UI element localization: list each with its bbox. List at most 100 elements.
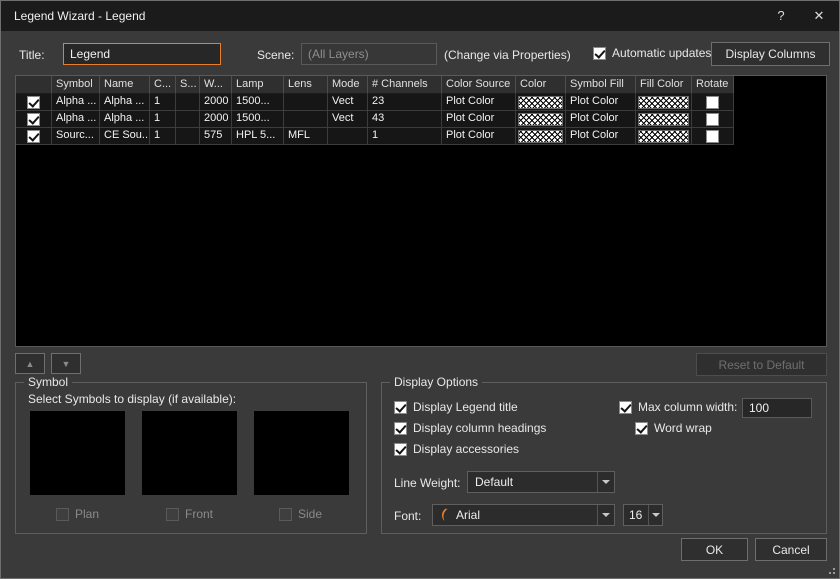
cell-mode: Vect [328, 94, 368, 111]
font-value: Arial [456, 508, 480, 522]
header-cell-rotate[interactable]: Rotate [692, 76, 734, 94]
ok-button[interactable]: OK [681, 538, 748, 561]
header-cell-fill-color[interactable]: Fill Color [636, 76, 692, 94]
header-cell-w[interactable]: W... [200, 76, 232, 94]
header-cell-mode[interactable]: Mode [328, 76, 368, 94]
chevron-down-icon [652, 513, 660, 517]
header-cell-lens[interactable]: Lens [284, 76, 328, 94]
scene-input [301, 43, 437, 65]
row-include-checkbox[interactable] [27, 96, 40, 109]
chevron-down-icon [602, 480, 610, 484]
word-wrap-checkbox[interactable]: Word wrap [635, 421, 712, 435]
legend-wizard-dialog: Legend Wizard - Legend ? ✕ Title: Scene:… [0, 0, 840, 579]
display-accessories-box[interactable] [394, 443, 407, 456]
cell-mode [328, 128, 368, 145]
header-cell-s[interactable]: S... [176, 76, 200, 94]
window-title: Legend Wizard - Legend [14, 9, 145, 23]
table-row[interactable]: Alpha ... Alpha ... 1 2000 1500... Vect … [16, 111, 826, 128]
display-options-title: Display Options [390, 375, 482, 389]
table-header: Symbol Name C... S... W... Lamp Lens Mod… [16, 76, 826, 94]
scene-note: (Change via Properties) [444, 48, 571, 62]
cell-color-source[interactable]: Plot Color [442, 94, 516, 111]
header-cell-color[interactable]: Color [516, 76, 566, 94]
scene-label: Scene: [257, 48, 294, 62]
display-legend-title-label: Display Legend title [413, 400, 518, 414]
word-wrap-label: Word wrap [654, 421, 712, 435]
header-cell-channels[interactable]: # Channels [368, 76, 442, 94]
reset-to-default-button[interactable]: Reset to Default [696, 353, 827, 376]
cell-symbol-fill[interactable]: Plot Color [566, 94, 636, 111]
cell-s [176, 111, 200, 128]
color-swatch[interactable] [518, 96, 563, 109]
rotate-checkbox[interactable] [706, 130, 719, 143]
symbol-group-title: Symbol [24, 375, 72, 389]
font-label: Font: [394, 509, 421, 523]
cell-symbol: Sourc... [52, 128, 100, 145]
max-column-width-input[interactable] [742, 398, 812, 418]
fill-color-swatch[interactable] [638, 130, 689, 143]
font-size-value: 16 [629, 508, 642, 522]
header-cell-lamp[interactable]: Lamp [232, 76, 284, 94]
table-row[interactable]: Alpha ... Alpha ... 1 2000 1500... Vect … [16, 94, 826, 111]
header-cell-color-source[interactable]: Color Source [442, 76, 516, 94]
cell-symbol-fill[interactable]: Plot Color [566, 111, 636, 128]
rotate-checkbox[interactable] [706, 113, 719, 126]
cell-c: 1 [150, 128, 176, 145]
row-include-checkbox[interactable] [27, 130, 40, 143]
side-label: Side [298, 507, 322, 521]
symbol-preview-plan [30, 411, 125, 495]
automatic-updates-checkbox[interactable]: Automatic updates [593, 46, 711, 60]
fill-color-swatch[interactable] [638, 96, 689, 109]
move-up-button[interactable]: ▲ [15, 353, 45, 374]
header-cell-c[interactable]: C... [150, 76, 176, 94]
help-icon[interactable]: ? [774, 8, 788, 24]
cell-symbol-fill[interactable]: Plot Color [566, 128, 636, 145]
row-include-checkbox[interactable] [27, 113, 40, 126]
display-accessories-checkbox[interactable]: Display accessories [394, 442, 519, 456]
front-label: Front [185, 507, 213, 521]
legend-table[interactable]: Symbol Name C... S... W... Lamp Lens Mod… [15, 75, 827, 347]
cell-channels: 1 [368, 128, 442, 145]
move-down-button[interactable]: ▼ [51, 353, 81, 374]
display-columns-button[interactable]: Display Columns [711, 42, 830, 66]
display-column-headings-checkbox[interactable]: Display column headings [394, 421, 546, 435]
cell-channels: 43 [368, 111, 442, 128]
display-accessories-label: Display accessories [413, 442, 519, 456]
automatic-updates-label: Automatic updates [612, 46, 711, 60]
display-legend-title-box[interactable] [394, 401, 407, 414]
display-legend-title-checkbox[interactable]: Display Legend title [394, 400, 518, 414]
cell-color-source[interactable]: Plot Color [442, 128, 516, 145]
font-size-select[interactable]: 16 [623, 504, 663, 526]
title-input[interactable] [63, 43, 221, 65]
max-column-width-checkbox[interactable]: Max column width: [619, 400, 737, 414]
font-select[interactable]: Arial [432, 504, 615, 526]
resize-grip-icon[interactable] [826, 565, 835, 574]
front-checkbox-box [166, 508, 179, 521]
header-cell-name[interactable]: Name [100, 76, 150, 94]
word-wrap-box[interactable] [635, 422, 648, 435]
header-cell-symbol-fill[interactable]: Symbol Fill [566, 76, 636, 94]
close-icon[interactable]: ✕ [812, 8, 826, 24]
color-swatch[interactable] [518, 113, 563, 126]
table-row[interactable]: Sourc... CE Sou... 1 575 HPL 5... MFL 1 … [16, 128, 826, 145]
cell-s [176, 128, 200, 145]
rotate-checkbox[interactable] [706, 96, 719, 109]
cell-lamp: HPL 5... [232, 128, 284, 145]
cell-c: 1 [150, 111, 176, 128]
cell-color-source[interactable]: Plot Color [442, 111, 516, 128]
max-column-width-box[interactable] [619, 401, 632, 414]
side-checkbox: Side [279, 507, 322, 521]
line-weight-label: Line Weight: [394, 476, 461, 490]
color-swatch[interactable] [518, 130, 563, 143]
display-column-headings-box[interactable] [394, 422, 407, 435]
symbol-preview-side [254, 411, 349, 495]
header-cell-symbol[interactable]: Symbol [52, 76, 100, 94]
automatic-updates-checkbox-box[interactable] [593, 47, 606, 60]
symbol-instruction: Select Symbols to display (if available)… [28, 392, 236, 406]
cell-lens [284, 111, 328, 128]
fill-color-swatch[interactable] [638, 113, 689, 126]
line-weight-select[interactable]: Default [467, 471, 615, 493]
cancel-button[interactable]: Cancel [755, 538, 827, 561]
cell-lamp: 1500... [232, 111, 284, 128]
symbol-preview-front [142, 411, 237, 495]
